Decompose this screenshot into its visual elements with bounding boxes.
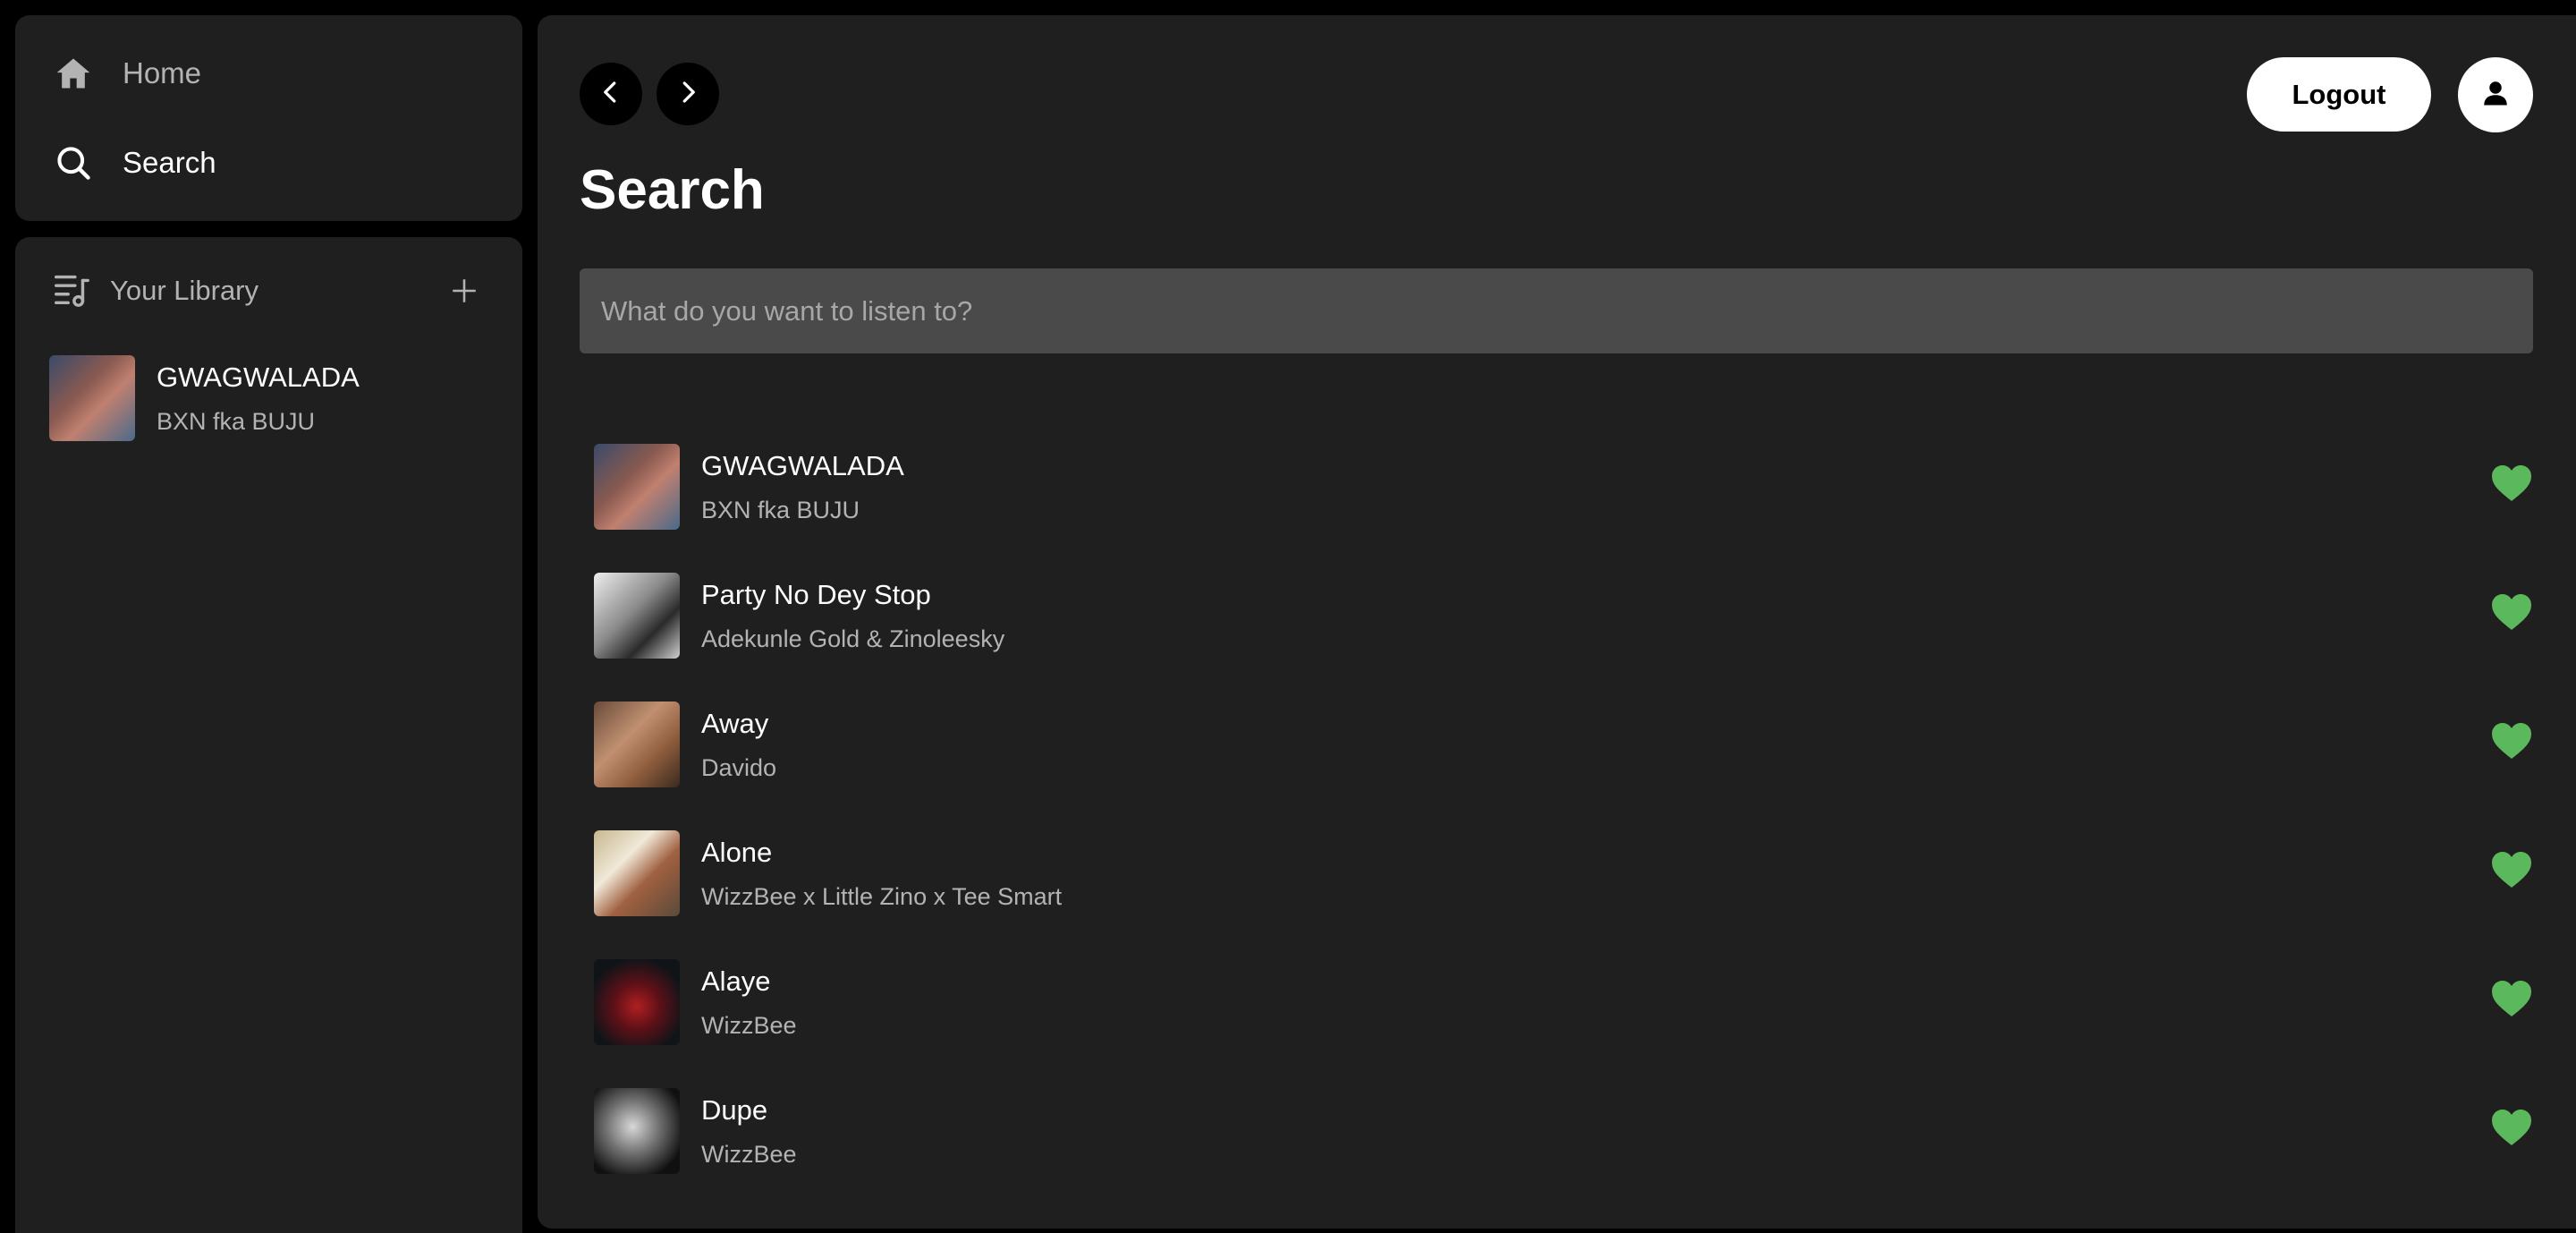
track-artist: Adekunle Gold & Zinoleesky [701, 625, 1005, 652]
track-artist: BXN fka BUJU [701, 497, 860, 523]
track-title: Dupe [701, 1094, 768, 1126]
library-panel: Your Library GWAGWALADA BXN fka BUJU [15, 237, 522, 1233]
main-panel: Logout Search GWAGWALADA BXN fka BUJU Pa… [538, 15, 2576, 1229]
track-row[interactable]: GWAGWALADA BXN fka BUJU [594, 422, 2533, 551]
album-cover [594, 1088, 680, 1174]
user-avatar-button[interactable] [2458, 57, 2533, 132]
track-artist: WizzBee [701, 1141, 797, 1168]
track-row[interactable]: Party No Dey Stop Adekunle Gold & Zinole… [594, 551, 2533, 680]
album-cover [594, 573, 680, 659]
track-list: GWAGWALADA BXN fka BUJU Party No Dey Sto… [594, 422, 2533, 1195]
back-button[interactable] [580, 63, 642, 125]
plus-icon[interactable] [442, 268, 487, 313]
track-title: Party No Dey Stop [701, 579, 931, 610]
track-artist: WizzBee x Little Zino x Tee Smart [701, 883, 1063, 910]
library-title[interactable]: Your Library [110, 275, 258, 307]
nav-panel: Home Search [15, 15, 522, 221]
track-row[interactable]: Dupe WizzBee [594, 1067, 2533, 1195]
logout-button[interactable]: Logout [2247, 57, 2431, 132]
heart-icon[interactable] [2490, 721, 2533, 761]
heart-icon[interactable] [2490, 1108, 2533, 1147]
track-row[interactable]: Away Davido [594, 680, 2533, 809]
chevron-left-icon [597, 79, 624, 110]
heart-icon[interactable] [2490, 850, 2533, 889]
album-cover [594, 959, 680, 1045]
album-cover [49, 355, 135, 441]
search-input[interactable] [580, 268, 2533, 353]
search-icon [51, 140, 96, 185]
home-icon [51, 51, 96, 96]
library-item-artist: BXN fka BUJU [157, 408, 316, 435]
nav-search-label: Search [123, 146, 216, 179]
page-title: Search [580, 159, 765, 221]
user-icon [2479, 77, 2512, 114]
nav-item-home[interactable]: Home [51, 42, 201, 105]
album-cover [594, 444, 680, 530]
track-artist: WizzBee [701, 1012, 797, 1039]
track-title: Away [701, 708, 769, 739]
track-row[interactable]: Alaye WizzBee [594, 938, 2533, 1067]
track-title: GWAGWALADA [701, 450, 904, 481]
library-item[interactable]: GWAGWALADA BXN fka BUJU [49, 353, 488, 443]
heart-icon[interactable] [2490, 463, 2533, 503]
forward-button[interactable] [657, 63, 719, 125]
library-item-title: GWAGWALADA [157, 361, 360, 393]
album-cover [594, 830, 680, 916]
heart-icon[interactable] [2490, 592, 2533, 632]
track-row[interactable]: Alone WizzBee x Little Zino x Tee Smart [594, 809, 2533, 938]
nav-item-search[interactable]: Search [51, 132, 216, 194]
library-header: Your Library [51, 264, 487, 318]
heart-icon[interactable] [2490, 979, 2533, 1018]
track-title: Alaye [701, 965, 771, 997]
track-title: Alone [701, 837, 773, 868]
library-icon[interactable] [51, 268, 92, 314]
chevron-right-icon [674, 79, 701, 110]
track-artist: Davido [701, 754, 777, 781]
nav-home-label: Home [123, 56, 202, 89]
album-cover [594, 702, 680, 787]
